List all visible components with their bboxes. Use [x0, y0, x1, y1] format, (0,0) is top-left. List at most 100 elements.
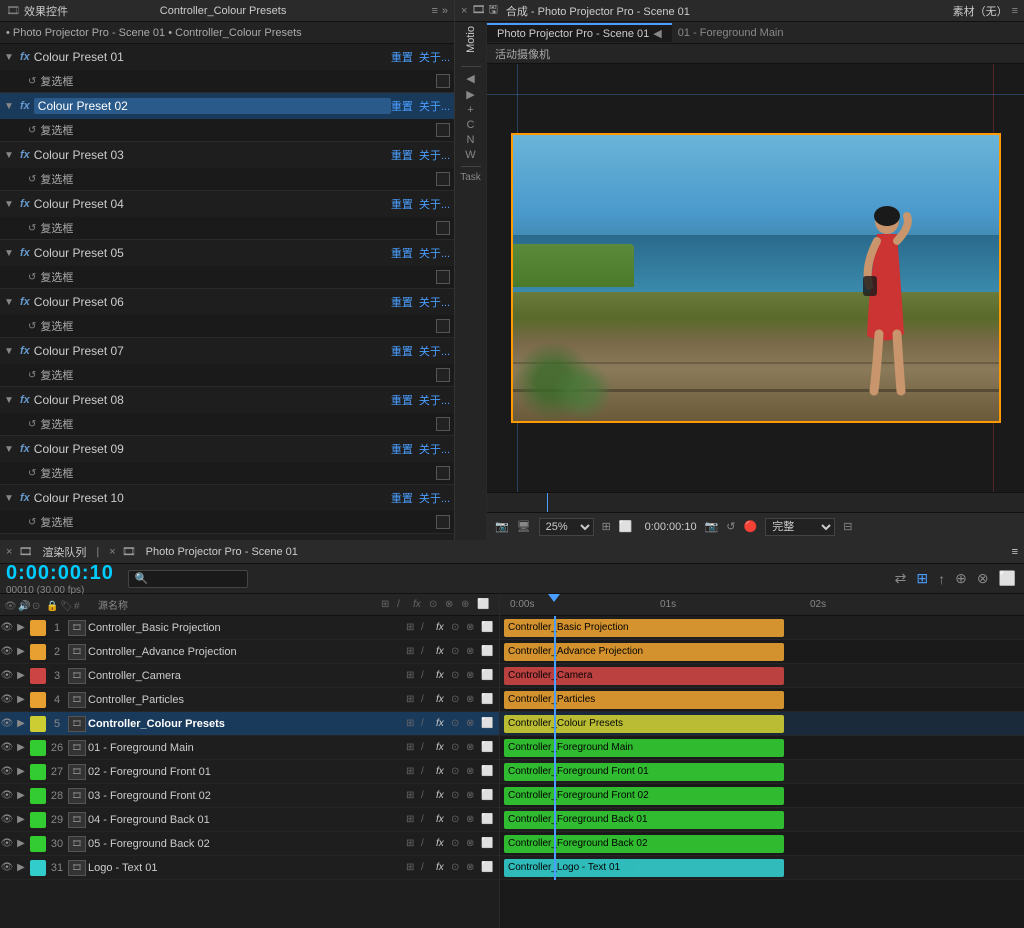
effect-about-8[interactable]: 关于...: [419, 392, 450, 408]
lt4-3[interactable]: ⊙: [451, 670, 465, 681]
checkbox-8[interactable]: [436, 417, 450, 431]
lt3-4[interactable]: fx: [436, 694, 450, 705]
lt3-5[interactable]: fx: [436, 718, 450, 729]
lt6-1[interactable]: ⬜: [481, 622, 495, 633]
lt5-2[interactable]: ⊗: [466, 646, 480, 657]
effect-reset-6[interactable]: 重置: [391, 294, 413, 310]
motion-btn-3[interactable]: +: [467, 104, 473, 116]
track-row-5[interactable]: Controller_Colour Presets: [500, 712, 1024, 736]
track-clip-30[interactable]: Controller_Foreground Back 02: [504, 835, 784, 853]
lt1-26[interactable]: ⊞: [406, 742, 420, 753]
track-clip-2[interactable]: Controller_Advance Projection: [504, 643, 784, 661]
lt3-29[interactable]: fx: [436, 814, 450, 825]
layer-expand-2[interactable]: ▶: [14, 646, 28, 657]
timeline-search[interactable]: [128, 570, 248, 588]
track-row-31[interactable]: Controller_Logo - Text 01: [500, 856, 1024, 880]
effect-row-6[interactable]: ▼ fx Colour Preset 06 重置 关于...: [0, 289, 454, 315]
lt2-30[interactable]: /: [421, 838, 435, 849]
lt4-5[interactable]: ⊙: [451, 718, 465, 729]
lt5-4[interactable]: ⊗: [466, 694, 480, 705]
preview-tab[interactable]: Photo Projector Pro - Scene 01 ◀: [487, 23, 672, 42]
layer-eye-1[interactable]: 👁: [0, 622, 14, 633]
lt4-28[interactable]: ⊙: [451, 790, 465, 801]
layer-expand-1[interactable]: ▶: [14, 622, 28, 633]
lt2-27[interactable]: /: [421, 766, 435, 777]
preview-close-icon[interactable]: ×: [461, 5, 467, 17]
effect-about-7[interactable]: 关于...: [419, 343, 450, 359]
track-clip-29[interactable]: Controller_Foreground Back 01: [504, 811, 784, 829]
lt6-27[interactable]: ⬜: [481, 766, 495, 777]
layer-eye-4[interactable]: 👁: [0, 694, 14, 705]
effect-reset-3[interactable]: 重置: [391, 147, 413, 163]
effect-reset-4[interactable]: 重置: [391, 196, 413, 212]
lt5-3[interactable]: ⊗: [466, 670, 480, 681]
layer-eye-2[interactable]: 👁: [0, 646, 14, 657]
effect-about-10[interactable]: 关于...: [419, 490, 450, 506]
track-clip-5[interactable]: Controller_Colour Presets: [504, 715, 784, 733]
tl-tool-2[interactable]: ⊞: [916, 570, 928, 587]
layer-eye-26[interactable]: 👁: [0, 742, 14, 753]
track-row-30[interactable]: Controller_Foreground Back 02: [500, 832, 1024, 856]
effect-about-4[interactable]: 关于...: [419, 196, 450, 212]
layer-row-5[interactable]: 👁 ▶ 5 🎞 Controller_Colour Presets ⊞ / fx…: [0, 712, 499, 736]
motion-btn-4[interactable]: C: [467, 119, 475, 131]
track-row-3[interactable]: Controller_Camera: [500, 664, 1024, 688]
layer-row-3[interactable]: 👁 ▶ 3 🎞 Controller_Camera ⊞ / fx ⊙ ⊗ ⬜: [0, 664, 499, 688]
track-row-29[interactable]: Controller_Foreground Back 01: [500, 808, 1024, 832]
effect-panel-menu-btn[interactable]: ≡: [431, 5, 437, 17]
lt4-31[interactable]: ⊙: [451, 862, 465, 873]
effect-about-6[interactable]: 关于...: [419, 294, 450, 310]
footer-icon-8[interactable]: ⊟: [843, 520, 852, 533]
preview-tab-arrow[interactable]: ◀: [653, 27, 661, 40]
track-row-1[interactable]: Controller_Basic Projection: [500, 616, 1024, 640]
lt3-2[interactable]: fx: [436, 646, 450, 657]
motion-btn-2[interactable]: ▶: [466, 88, 474, 101]
footer-icon-1[interactable]: 📷: [495, 520, 509, 533]
layer-expand-3[interactable]: ▶: [14, 670, 28, 681]
layer-row-26[interactable]: 👁 ▶ 26 🎞 01 - Foreground Main ⊞ / fx ⊙ ⊗…: [0, 736, 499, 760]
lt3-26[interactable]: fx: [436, 742, 450, 753]
lt2-28[interactable]: /: [421, 790, 435, 801]
lt1-27[interactable]: ⊞: [406, 766, 420, 777]
effect-reset-7[interactable]: 重置: [391, 343, 413, 359]
lt2-2[interactable]: /: [421, 646, 435, 657]
layer-expand-27[interactable]: ▶: [14, 766, 28, 777]
checkbox-5[interactable]: [436, 270, 450, 284]
layer-row-28[interactable]: 👁 ▶ 28 🎞 03 - Foreground Front 02 ⊞ / fx…: [0, 784, 499, 808]
track-clip-3[interactable]: Controller_Camera: [504, 667, 784, 685]
checkbox-2[interactable]: [436, 123, 450, 137]
lt4-30[interactable]: ⊙: [451, 838, 465, 849]
zoom-select[interactable]: 25%50%100%: [539, 518, 594, 536]
track-clip-1[interactable]: Controller_Basic Projection: [504, 619, 784, 637]
timeline-tab-close[interactable]: ×: [109, 546, 115, 558]
lt2-1[interactable]: /: [421, 622, 435, 633]
layer-eye-28[interactable]: 👁: [0, 790, 14, 801]
effect-about-2[interactable]: 关于...: [419, 98, 450, 114]
layer-eye-30[interactable]: 👁: [0, 838, 14, 849]
track-row-28[interactable]: Controller_Foreground Front 02: [500, 784, 1024, 808]
layer-row-31[interactable]: 👁 ▶ 31 🎞 Logo - Text 01 ⊞ / fx ⊙ ⊗ ⬜: [0, 856, 499, 880]
effect-row-2[interactable]: ▼ fx Colour Preset 02 重置 关于...: [0, 93, 454, 119]
track-clip-28[interactable]: Controller_Foreground Front 02: [504, 787, 784, 805]
effect-row-3[interactable]: ▼ fx Colour Preset 03 重置 关于...: [0, 142, 454, 168]
track-clip-31[interactable]: Controller_Logo - Text 01: [504, 859, 784, 877]
lt4-27[interactable]: ⊙: [451, 766, 465, 777]
track-row-4[interactable]: Controller_Particles: [500, 688, 1024, 712]
lt6-30[interactable]: ⬜: [481, 838, 495, 849]
checkbox-9[interactable]: [436, 466, 450, 480]
lt1-30[interactable]: ⊞: [406, 838, 420, 849]
lt5-1[interactable]: ⊗: [466, 622, 480, 633]
effect-about-9[interactable]: 关于...: [419, 441, 450, 457]
lt4-2[interactable]: ⊙: [451, 646, 465, 657]
layer-expand-29[interactable]: ▶: [14, 814, 28, 825]
lt2-4[interactable]: /: [421, 694, 435, 705]
lt2-31[interactable]: /: [421, 862, 435, 873]
layer-eye-31[interactable]: 👁: [0, 862, 14, 873]
effect-about-1[interactable]: 关于...: [419, 49, 450, 65]
footer-icon-5[interactable]: 📷: [705, 520, 719, 533]
lt2-26[interactable]: /: [421, 742, 435, 753]
motion-btn-5[interactable]: N: [467, 134, 475, 146]
layer-eye-5[interactable]: 👁: [0, 718, 14, 729]
lt3-31[interactable]: fx: [436, 862, 450, 873]
effect-reset-9[interactable]: 重置: [391, 441, 413, 457]
